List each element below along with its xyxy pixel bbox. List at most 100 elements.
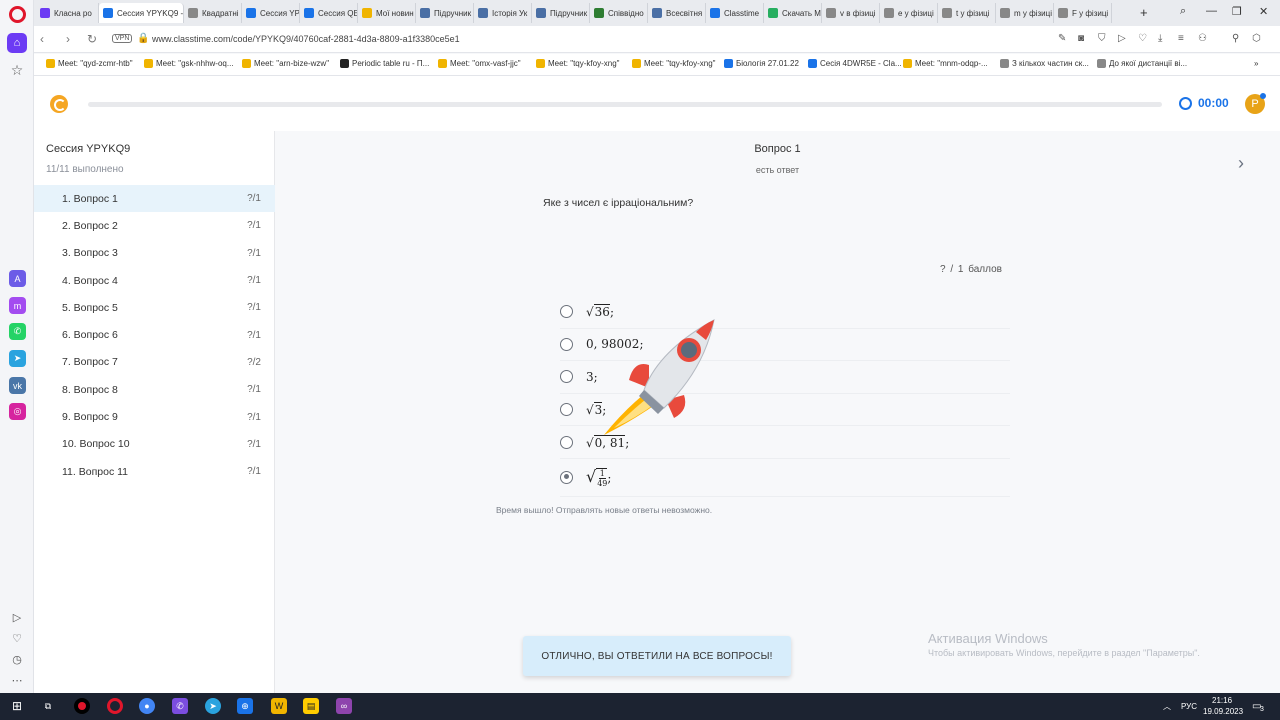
bookmark-item[interactable]: Meet: "mnm-odqp-...: [903, 59, 988, 68]
app-icon[interactable]: ⊕: [237, 698, 253, 714]
windows-start-icon[interactable]: ⊞: [9, 698, 25, 714]
task-view-icon[interactable]: ⧉: [40, 698, 56, 714]
menu-icon[interactable]: ≡: [1178, 33, 1184, 44]
tab-3[interactable]: Квадратні: [184, 3, 242, 23]
tab-13[interactable]: Скачать М: [764, 3, 822, 23]
camera-icon[interactable]: ◙: [1078, 33, 1084, 44]
extension-icon[interactable]: ⚲: [1232, 33, 1239, 44]
instagram-icon[interactable]: ◎: [9, 403, 26, 420]
sidebar-question-item[interactable]: 5. Вопрос 5 ?/1: [34, 294, 275, 321]
search-icon[interactable]: ⌕: [1180, 5, 1186, 18]
sidebar-question-item[interactable]: 9. Вопрос 9 ?/1: [34, 403, 275, 430]
bookmark-item[interactable]: До якої дистанції ві...: [1097, 59, 1187, 68]
clock-date[interactable]: 19.09.2023: [1203, 707, 1243, 716]
sidebar-question-item[interactable]: 1. Вопрос 1 ?/1: [34, 185, 275, 213]
heart-icon[interactable]: ♡: [1138, 33, 1147, 44]
bookmark-item[interactable]: Meet: "omx-vasf-jjc": [438, 59, 521, 68]
record-icon[interactable]: [74, 698, 90, 714]
sidebar-question-item[interactable]: 2. Вопрос 2 ?/1: [34, 212, 275, 239]
messenger-icon[interactable]: m: [9, 297, 26, 314]
bookmark-item[interactable]: З кількох частин ск...: [1000, 59, 1089, 68]
home-icon[interactable]: ⌂: [7, 33, 27, 53]
star-icon[interactable]: ☆: [7, 60, 27, 80]
avatar[interactable]: P: [1245, 93, 1266, 114]
question-item-label: 11. Вопрос 11: [62, 465, 129, 478]
history-icon[interactable]: ◷: [10, 652, 24, 666]
tab-11[interactable]: Всесвітня: [648, 3, 706, 23]
tab-6[interactable]: Мої новин: [358, 3, 416, 23]
sidebar-question-item[interactable]: 11. Вопрос 11 ?/1: [34, 458, 275, 485]
sidebar-question-item[interactable]: 3. Вопрос 3 ?/1: [34, 240, 275, 267]
tab-9[interactable]: Підручник: [532, 3, 590, 23]
tab-15[interactable]: e у фізиці: [880, 3, 938, 23]
player-icon[interactable]: ▷: [10, 610, 24, 624]
tab-5[interactable]: Сессия QE: [300, 3, 358, 23]
winamp-icon[interactable]: W: [271, 698, 287, 714]
tab-17[interactable]: m у фізиці: [996, 3, 1054, 23]
tab-14[interactable]: v в фізиці: [822, 3, 880, 23]
clock-time[interactable]: 21:16: [1212, 696, 1232, 705]
tab-4[interactable]: Сессия YP: [242, 3, 300, 23]
back-icon[interactable]: ‹: [40, 32, 44, 46]
answer-option[interactable]: √ 1 49;: [560, 459, 1010, 497]
tab-10[interactable]: Співвідно: [590, 3, 648, 23]
file-explorer-icon[interactable]: ▤: [303, 698, 319, 714]
tab-18[interactable]: F у фізиці: [1054, 3, 1112, 23]
bookmark-item[interactable]: Meet: "arn-bize-wzw": [242, 59, 329, 68]
box-icon[interactable]: ⬡: [1252, 33, 1261, 44]
chrome-icon[interactable]: ●: [139, 698, 155, 714]
game-icon[interactable]: ∞: [336, 698, 352, 714]
profile-icon[interactable]: ⚇: [1198, 33, 1207, 44]
play-icon[interactable]: ▷: [1118, 33, 1126, 44]
bookmark-item[interactable]: Біологія 27.01.22: [724, 59, 799, 68]
bookmark-item[interactable]: Meet: "tqy-kfoy-xng": [536, 59, 619, 68]
vk-icon[interactable]: vk: [9, 377, 26, 394]
vpn-badge[interactable]: VPN: [112, 34, 133, 43]
aria-icon[interactable]: A: [9, 270, 26, 287]
forward-icon[interactable]: ›: [66, 32, 70, 46]
shield-icon[interactable]: ⛉: [1098, 33, 1106, 44]
more-bookmarks-icon[interactable]: »: [1254, 59, 1258, 68]
sidebar-question-item[interactable]: 8. Вопрос 8 ?/1: [34, 376, 275, 403]
close-icon[interactable]: ✕: [1259, 5, 1268, 18]
opera-taskbar-icon[interactable]: [107, 698, 123, 714]
tab-7[interactable]: Підручник: [416, 3, 474, 23]
sidebar-question-item[interactable]: 7. Вопрос 7 ?/2: [34, 349, 275, 376]
url-field[interactable]: www.classtime.com/code/YPYKQ9/40760caf-2…: [152, 34, 460, 44]
restore-icon[interactable]: ❐: [1232, 5, 1242, 18]
sidebar-question-item[interactable]: 10. Вопрос 10 ?/1: [34, 431, 275, 458]
answer-radio[interactable]: [560, 470, 573, 484]
lock-icon[interactable]: 🔒: [137, 33, 149, 44]
more-icon[interactable]: ⋯: [10, 673, 24, 687]
bookmark-item[interactable]: Meet: "qyd-zcmr-htb": [46, 59, 133, 68]
windows-activation-title: Активация Windows: [928, 631, 1048, 646]
next-question-icon[interactable]: ›: [1238, 153, 1244, 174]
download-icon[interactable]: ⤓: [1158, 33, 1162, 44]
minimize-icon[interactable]: —: [1206, 5, 1217, 17]
bookmark-item[interactable]: Meet: "gsk-nhhw-oq...: [144, 59, 234, 68]
telegram-icon[interactable]: ➤: [9, 350, 26, 367]
whatsapp-icon[interactable]: ✆: [9, 323, 26, 340]
tab-12[interactable]: Classtime: [706, 3, 764, 23]
new-tab-icon[interactable]: +: [1140, 5, 1148, 20]
tab-8[interactable]: Історія Ук: [474, 3, 532, 23]
tab-16[interactable]: t у фізиці: [938, 3, 996, 23]
tab-1[interactable]: Класна ро: [36, 3, 99, 23]
classtime-logo-icon[interactable]: [50, 95, 68, 113]
edit-icon[interactable]: ✎: [1058, 33, 1066, 44]
sidebar-question-item[interactable]: 6. Вопрос 6 ?/1: [34, 321, 275, 348]
opera-logo-icon[interactable]: [9, 6, 26, 23]
reload-icon[interactable]: ↻: [87, 32, 97, 46]
tray-chevron-icon[interactable]: ︿: [1163, 701, 1171, 712]
keyboard-language[interactable]: РУС: [1181, 702, 1197, 711]
sidebar-question-item[interactable]: 4. Вопрос 4 ?/1: [34, 267, 275, 294]
time-up-message: Время вышло! Отправлять новые ответы нев…: [496, 505, 713, 515]
bookmark-item[interactable]: Сесія 4DWR5E - Cla...: [808, 59, 902, 68]
heart-icon[interactable]: ♡: [10, 631, 24, 645]
bookmark-favicon-icon: [144, 59, 153, 68]
telegram-taskbar-icon[interactable]: ➤: [205, 698, 221, 714]
bookmark-item[interactable]: Periodic table ru - П...: [340, 59, 429, 68]
tab-2[interactable]: Сессия YPYKQ9 -: [99, 3, 184, 23]
viber-icon[interactable]: ✆: [172, 698, 188, 714]
bookmark-item[interactable]: Meet: "tqy-kfoy-xng": [632, 59, 715, 68]
